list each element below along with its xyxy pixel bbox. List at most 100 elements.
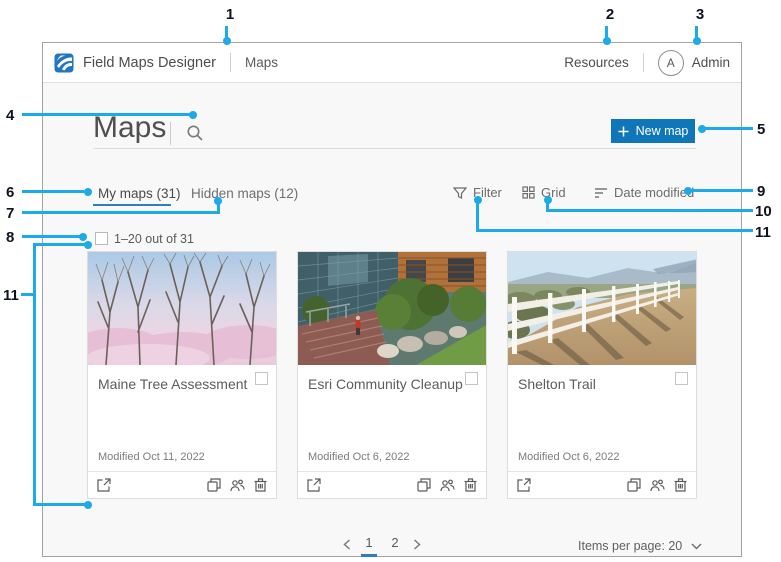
white-fence-dirt-trail-image xyxy=(508,252,696,365)
share-group-icon[interactable] xyxy=(440,478,455,492)
callout-label-2: 2 xyxy=(605,6,615,23)
resources-link[interactable]: Resources xyxy=(564,55,629,70)
sort-label: Date modified xyxy=(614,185,695,200)
share-group-icon[interactable] xyxy=(230,478,245,492)
callout-line-4 xyxy=(22,113,190,116)
open-in-new-icon[interactable] xyxy=(517,478,531,492)
filter-icon xyxy=(453,186,467,199)
title-divider xyxy=(170,122,171,145)
chevron-down-icon xyxy=(691,543,702,549)
callout-dot-4 xyxy=(189,111,197,119)
open-in-new-icon[interactable] xyxy=(307,478,321,492)
app-header: Field Maps Designer Maps Resources A Adm… xyxy=(43,43,741,83)
callout-line-11f xyxy=(33,503,85,506)
card-body: Esri Community Cleanup Modified Oct 6, 2… xyxy=(298,365,486,471)
search-icon[interactable] xyxy=(186,124,204,142)
callout-dot-3 xyxy=(693,37,701,45)
sort-control[interactable]: Date modified xyxy=(594,185,694,200)
delete-icon[interactable] xyxy=(464,478,477,492)
duplicate-icon[interactable] xyxy=(627,478,641,492)
open-in-new-icon[interactable] xyxy=(97,478,111,492)
username-label[interactable]: Admin xyxy=(692,55,730,70)
sort-descending-icon xyxy=(595,187,607,198)
callout-label-9: 9 xyxy=(757,183,766,200)
callout-line-6 xyxy=(22,190,84,193)
page-2[interactable]: 2 xyxy=(387,535,403,557)
header-divider-2 xyxy=(642,53,644,72)
callout-dot-6 xyxy=(84,188,92,196)
callout-label-8: 8 xyxy=(6,229,15,246)
tab-my-maps[interactable]: My maps (31) xyxy=(98,186,181,201)
header-divider xyxy=(229,53,231,72)
map-card: Shelton Trail Modified Oct 6, 2022 xyxy=(507,251,697,499)
grid-icon xyxy=(522,186,535,199)
avatar[interactable]: A xyxy=(657,49,684,76)
new-map-button[interactable]: New map xyxy=(611,119,695,143)
prev-page-icon[interactable] xyxy=(343,538,351,554)
esri-logo-icon xyxy=(54,53,74,72)
card-checkbox[interactable] xyxy=(465,372,478,385)
card-thumbnail[interactable] xyxy=(88,252,276,365)
items-per-page-select[interactable]: Items per page: 20 xyxy=(578,539,702,553)
card-body: Shelton Trail Modified Oct 6, 2022 xyxy=(508,365,696,471)
map-card: Maine Tree Assessment Modified Oct 11, 2… xyxy=(87,251,277,499)
callout-line-8 xyxy=(22,235,80,238)
esri-campus-garden-image xyxy=(298,252,486,365)
bare-trees-pink-blossoms-image xyxy=(88,252,276,365)
callout-dot-2 xyxy=(603,37,611,45)
share-group-icon[interactable] xyxy=(650,478,665,492)
callout-line-11e xyxy=(33,243,85,246)
callout-line-11a xyxy=(476,203,479,232)
callout-label-3: 3 xyxy=(695,6,705,23)
select-all-checkbox[interactable] xyxy=(95,232,108,245)
field-maps-designer-window: Field Maps Designer Maps Resources A Adm… xyxy=(42,42,742,557)
card-body: Maine Tree Assessment Modified Oct 11, 2… xyxy=(88,365,276,471)
callout-label-11-right: 11 xyxy=(755,224,771,241)
callout-dot-11-top xyxy=(84,241,92,249)
callout-label-11-left: 11 xyxy=(3,287,19,304)
callout-line-7 xyxy=(22,211,220,214)
card-checkbox[interactable] xyxy=(675,372,688,385)
callout-line-5 xyxy=(705,127,753,130)
callout-label-7: 7 xyxy=(6,205,15,222)
callout-line-10b xyxy=(546,209,753,212)
callout-line-11b xyxy=(476,229,753,232)
active-tab-underline xyxy=(93,204,171,206)
header-nav-maps[interactable]: Maps xyxy=(245,55,278,70)
new-map-label: New map xyxy=(635,124,689,138)
callout-label-1: 1 xyxy=(225,6,235,23)
card-footer xyxy=(508,471,696,498)
card-thumbnail[interactable] xyxy=(508,252,696,365)
page-1[interactable]: 1 xyxy=(361,535,377,557)
callout-dot-1 xyxy=(223,37,231,45)
card-title[interactable]: Maine Tree Assessment xyxy=(98,376,247,392)
title-rule xyxy=(93,148,696,149)
card-thumbnail[interactable] xyxy=(298,252,486,365)
delete-icon[interactable] xyxy=(254,478,267,492)
items-per-page-label: Items per page: 20 xyxy=(578,539,683,553)
card-modified-date: Modified Oct 11, 2022 xyxy=(98,451,205,463)
duplicate-icon[interactable] xyxy=(207,478,221,492)
pagination: 1 2 xyxy=(343,535,421,557)
tab-hidden-maps[interactable]: Hidden maps (12) xyxy=(191,186,298,201)
callout-line-9 xyxy=(691,189,753,192)
card-checkbox[interactable] xyxy=(255,372,268,385)
delete-icon[interactable] xyxy=(674,478,687,492)
map-card-grid: Maine Tree Assessment Modified Oct 11, 2… xyxy=(87,251,697,499)
card-modified-date: Modified Oct 6, 2022 xyxy=(308,451,410,463)
selection-count-label: 1–20 out of 31 xyxy=(114,232,194,246)
card-title[interactable]: Shelton Trail xyxy=(518,376,596,392)
page-title: Maps xyxy=(93,111,167,144)
callout-label-5: 5 xyxy=(757,121,766,138)
callout-label-4: 4 xyxy=(6,107,15,124)
callout-line-11d xyxy=(33,243,36,506)
callout-dot-8 xyxy=(79,233,87,241)
duplicate-icon[interactable] xyxy=(417,478,431,492)
callout-label-10: 10 xyxy=(755,203,772,220)
card-footer xyxy=(298,471,486,498)
callout-dot-11-bottom xyxy=(84,501,92,509)
card-title[interactable]: Esri Community Cleanup xyxy=(308,376,463,392)
callout-dot-7 xyxy=(214,197,222,205)
map-card: Esri Community Cleanup Modified Oct 6, 2… xyxy=(297,251,487,499)
next-page-icon[interactable] xyxy=(413,538,421,554)
